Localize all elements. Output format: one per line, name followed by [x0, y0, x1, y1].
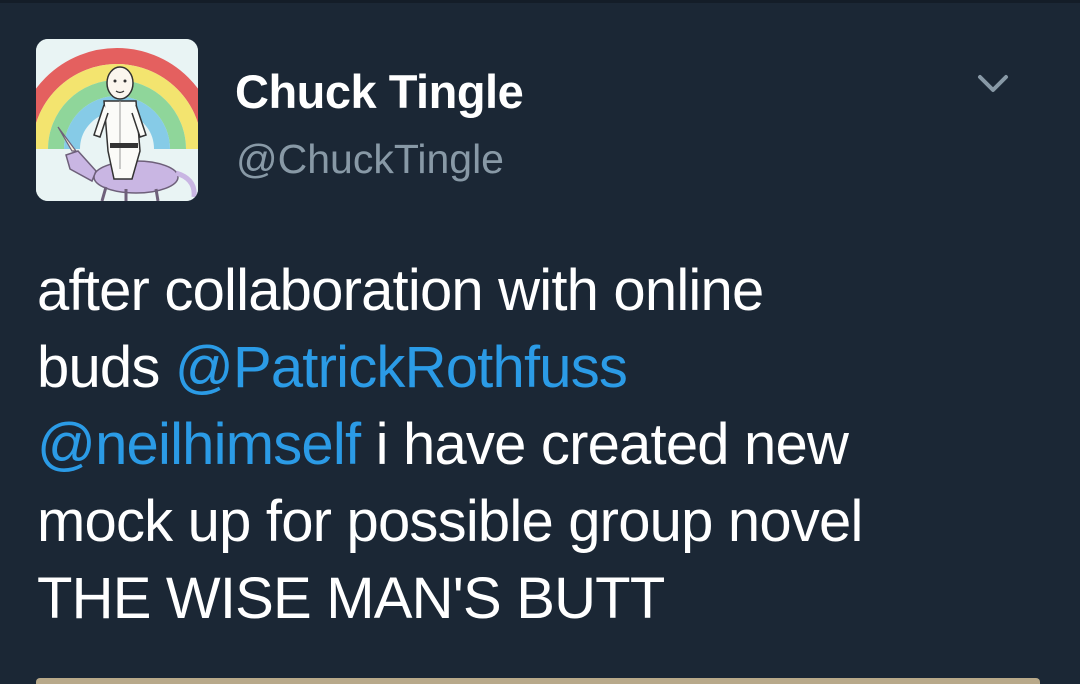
tweet-text: after collaboration with online buds @Pa…: [37, 252, 1067, 637]
tweet-text-segment: i have created new: [360, 412, 849, 477]
avatar[interactable]: [36, 39, 198, 201]
unicorn-rider-avatar: [36, 39, 198, 201]
tweet-line: @neilhimself i have created new: [37, 406, 1067, 483]
tweet-text-segment: THE WISE MAN'S BUTT: [37, 566, 665, 631]
mention-link-patrickrothfuss[interactable]: @PatrickRothfuss: [175, 335, 628, 400]
mention-link-neilhimself[interactable]: @neilhimself: [37, 412, 361, 477]
chevron-down-icon: [978, 75, 1008, 92]
tweet-text-segment: after collaboration with online: [37, 258, 764, 323]
author-display-name[interactable]: Chuck Tingle: [235, 64, 524, 120]
tweet-line: mock up for possible group novel: [37, 483, 1067, 560]
tweet-menu-button[interactable]: [972, 66, 1014, 100]
tweet-card: Chuck Tingle @ChuckTingle after collabor…: [0, 0, 1080, 684]
author-handle[interactable]: @ChuckTingle: [236, 134, 504, 184]
tweet-line: THE WISE MAN'S BUTT: [37, 560, 1067, 637]
tweet-line: after collaboration with online: [37, 252, 1067, 329]
tweet-text-segment: buds: [37, 335, 175, 400]
attached-media-preview[interactable]: [36, 678, 1040, 684]
tweet-text-segment: mock up for possible group novel: [37, 489, 863, 554]
tweet-line: buds @PatrickRothfuss: [37, 329, 1067, 406]
